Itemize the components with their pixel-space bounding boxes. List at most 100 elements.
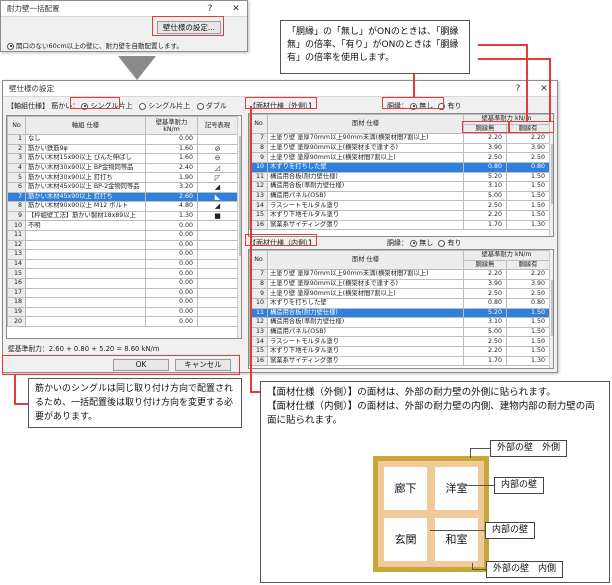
row-symbol-icon <box>197 134 238 145</box>
outer-col-spec[interactable]: 面材 仕様 <box>267 114 464 135</box>
table-row[interactable]: 12 0.00 <box>7 239 238 251</box>
table-row[interactable]: 14 0.00 <box>7 258 238 270</box>
table-row[interactable]: 6 筋かい木材45x90以上 BP-2金物同等品 3.20 ◢ <box>7 181 238 193</box>
table-row[interactable]: 20 0.00 <box>7 316 238 327</box>
row-no: 14 <box>7 258 26 270</box>
inner-table-scroll-thumb[interactable] <box>551 280 553 336</box>
table-row[interactable]: 11 構造用合板(耐力壁仕様) 5.20 1.50 <box>249 171 551 183</box>
table-row[interactable]: 10 木ずりを打ちした壁 0.80 0.80 <box>249 161 551 173</box>
inner-col-with-furring[interactable]: 胴縁有 <box>505 259 551 271</box>
table-row[interactable]: 13 構造用パネル(OSB) 5.00 1.50 <box>249 190 551 202</box>
outer-table-scroll-thumb[interactable] <box>551 144 553 204</box>
inner-col-no[interactable]: No <box>249 250 268 271</box>
table-row[interactable]: 11 構造用合板(耐力壁仕様) 5.20 1.50 <box>249 307 551 319</box>
inner-furring-yes-radio[interactable] <box>438 239 446 247</box>
table-row[interactable]: 8 土塗り壁 塗厚90mm以上(横架材まで達する) 3.90 3.90 <box>249 142 551 154</box>
table-row[interactable]: 13 0.00 <box>7 249 238 260</box>
table-row[interactable]: 14 ラスシートモルタル塗り 2.50 1.50 <box>249 200 551 211</box>
table-row[interactable]: 16 窯業系サイディング張り 1.70 1.30 <box>249 355 551 367</box>
row-with-furring-value: 1.50 <box>505 336 551 347</box>
brace-double-radio[interactable] <box>196 102 204 110</box>
auto-place-option[interactable]: 開口のない60cm以上の壁に、耐力壁を自動配置します。 <box>7 40 183 50</box>
axis-table-scrollbar[interactable] <box>237 116 241 338</box>
row-no: 13 <box>249 190 268 202</box>
row-with-furring-value: 2.50 <box>505 288 551 299</box>
row-spec-name <box>25 287 146 299</box>
table-row[interactable]: 15 木ずり下地モルタル塗り 2.20 1.50 <box>249 209 551 221</box>
table-row[interactable]: 3 筋かい木材15x90以上 びんた伸ばし 1.60 ⊖ <box>7 153 238 164</box>
table-row[interactable]: 16 0.00 <box>7 277 238 289</box>
row-spec-name: 土塗り壁 塗厚90mm以上(横架材まで達する) <box>267 278 464 290</box>
row-spec-name: 筋かい木材30x90以上 BP金物同等品 <box>25 162 146 174</box>
row-no-furring-value: 2.50 <box>463 336 507 347</box>
col-no[interactable]: No <box>7 116 26 135</box>
room-japanese: 和室 <box>435 518 478 561</box>
help-icon[interactable]: ? <box>509 81 527 97</box>
table-row[interactable]: 17 0.00 <box>7 287 238 299</box>
table-row[interactable]: 7 土塗り壁 塗厚70mm以上90mm未満(横架材間7割以上) 2.20 2.20 <box>249 133 551 144</box>
table-row[interactable]: 9 土塗り壁 塗厚90mm以上(横架材間7割以上) 2.50 2.50 <box>249 288 551 299</box>
table-row[interactable]: 1 なし 0.00 <box>7 134 238 145</box>
table-row[interactable]: 5 筋かい木材30x90以上 釘打ち 1.90 ◸ <box>7 172 238 183</box>
table-row[interactable]: 14 ラスシートモルタル塗り 2.50 1.50 <box>249 336 551 347</box>
table-row[interactable]: 9 土塗り壁 塗厚90mm以上(横架材間7割以上) 2.50 2.50 <box>249 152 551 163</box>
table-row[interactable]: 9 【枠組壁工法】筋かい製材18x89以上 1.30 ■ <box>7 210 238 222</box>
inner-table-scrollbar[interactable] <box>549 250 553 368</box>
row-strength: 0.00 <box>145 268 198 279</box>
inner-col-spec[interactable]: 面材 仕様 <box>267 250 464 271</box>
table-row[interactable]: 15 0.00 <box>7 268 238 279</box>
row-no: 10 <box>7 220 26 231</box>
row-spec-name: 木ずりを打ちした壁 <box>267 297 464 309</box>
row-strength: 1.90 <box>145 172 198 183</box>
room-hallway: 廊下 <box>384 467 427 510</box>
row-no: 4 <box>7 162 26 174</box>
table-row[interactable]: 8 筋かい木材90x90以上 M12 ボルト 4.80 ◢ <box>7 201 238 212</box>
callout-line-5 <box>549 58 551 121</box>
row-spec-name: ラスシートモルタル塗り <box>267 200 464 211</box>
col-base-strength[interactable]: 壁基準耐力 kN/m <box>145 116 198 135</box>
table-row[interactable]: 16 窯業系サイディング張り 1.70 1.30 <box>249 219 551 231</box>
auto-place-radio[interactable] <box>7 42 14 50</box>
inner-col-no-furring[interactable]: 胴縁無 <box>463 259 507 271</box>
callout-line-1 <box>413 74 415 97</box>
row-spec-name: 土塗り壁 塗厚90mm以上(横架材まで達する) <box>267 142 464 154</box>
table-row[interactable]: 12 構造用合板(準耐力壁仕様) 3.10 1.50 <box>249 181 551 192</box>
row-symbol-icon <box>197 258 238 270</box>
row-strength: 2.40 <box>145 162 198 174</box>
table-row[interactable]: 7 土塗り壁 塗厚70mm以上90mm未満(横架材間7割以上) 2.20 2.20 <box>249 269 551 280</box>
table-row[interactable]: 18 0.00 <box>7 297 238 308</box>
row-no: 15 <box>7 268 26 279</box>
wall-spec-title: 壁仕様の設定 <box>9 84 54 93</box>
row-symbol-icon: ◢ <box>197 181 238 193</box>
col-axis-spec[interactable]: 軸組 仕様 <box>25 116 146 135</box>
row-spec-name: 筋かい木材15x90以上 びんた伸ばし <box>25 153 146 164</box>
table-row[interactable]: 10 木ずりを打ちした壁 0.80 0.80 <box>249 297 551 309</box>
table-row[interactable]: 19 0.00 <box>7 306 238 318</box>
table-row[interactable]: 2 筋かい鉄筋9φ 1.60 ⊘ <box>7 143 238 155</box>
row-no: 19 <box>7 306 26 318</box>
row-no-furring-value: 5.20 <box>463 307 507 319</box>
table-row[interactable]: 15 木ずり下地モルタル塗り 2.20 1.50 <box>249 345 551 357</box>
axis-spec-table-panel: No 軸組 仕様 壁基準耐力 kN/m 記号表現 1 なし 0.00 2 筋かい鉄筋9φ… <box>6 115 242 339</box>
furring-callout: 「胴縁」の「無し」がONのときは、「胴縁無」の倍率、「有り」がONのときは「胴縁… <box>280 20 470 74</box>
table-row[interactable]: 10 不明 0.00 <box>7 220 238 231</box>
row-spec-name <box>25 268 146 279</box>
table-row[interactable]: 13 構造用パネル(OSB) 5.00 1.50 <box>249 326 551 338</box>
inner-col-strength[interactable]: 壁基準耐力 kN/m <box>462 250 551 261</box>
dialog-ok-area-highlight <box>2 355 240 375</box>
table-row[interactable]: 11 0.00 <box>7 229 238 241</box>
brace-single2-radio[interactable] <box>139 102 147 110</box>
callout-line-4 <box>478 58 550 60</box>
row-no: 17 <box>7 287 26 299</box>
help-icon[interactable]: ? <box>201 1 219 17</box>
close-icon[interactable]: ✕ <box>227 1 245 17</box>
axis-table-scroll-thumb[interactable] <box>239 136 241 256</box>
inner-furring-none-radio[interactable] <box>410 239 418 247</box>
outer-col-no[interactable]: No <box>249 114 268 135</box>
row-spec-name: 窯業系サイディング張り <box>267 355 464 367</box>
table-row[interactable]: 7 筋かい木材45x90以上 釘打ち 2.60 ◣ <box>7 191 238 203</box>
table-row[interactable]: 12 構造用合板(準耐力壁仕様) 3.10 1.50 <box>249 317 551 328</box>
table-row[interactable]: 8 土塗り壁 塗厚90mm以上(横架材まで達する) 3.90 3.90 <box>249 278 551 290</box>
table-row[interactable]: 4 筋かい木材30x90以上 BP金物同等品 2.40 ◿ <box>7 162 238 174</box>
col-symbol[interactable]: 記号表現 <box>197 116 238 135</box>
